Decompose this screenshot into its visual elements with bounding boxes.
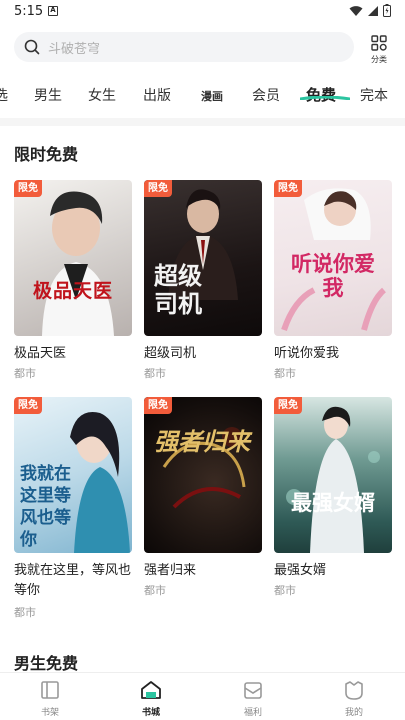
cover-title: 我就在这里等风也等你 — [20, 464, 71, 550]
book-cover[interactable]: 最强女婿 限免 — [274, 397, 392, 553]
nav-profile[interactable]: 我的 — [324, 677, 384, 719]
wifi-icon — [349, 5, 363, 16]
cover-title: 超级司机 — [154, 262, 202, 318]
book-card[interactable]: 最强女婿 限免 最强女婿 都市 — [274, 397, 392, 597]
bookstore-icon — [141, 681, 161, 699]
book-genre: 都市 — [144, 584, 166, 597]
book-cover[interactable]: 强者归来 限免 — [144, 397, 262, 553]
book-cover[interactable]: 听说你爱我 限免 — [274, 180, 392, 336]
tab-vip[interactable]: 会员 — [252, 85, 280, 105]
active-tab-indicator — [300, 96, 350, 100]
limited-free-badge: 限免 — [144, 180, 172, 197]
nav-label: 书城 — [141, 708, 160, 718]
book-title[interactable]: 极品天医 — [14, 344, 132, 364]
book-card[interactable]: 超级司机 限免 超级司机 都市 — [144, 180, 262, 380]
cover-title: 最强女婿 — [291, 491, 375, 515]
notification-icon: A — [48, 6, 58, 16]
gift-icon — [244, 682, 262, 699]
nav-bookstore[interactable]: 书城 — [121, 677, 181, 719]
tab-female[interactable]: 女生 — [88, 85, 116, 105]
tab-comics[interactable]: 漫画 — [201, 88, 223, 104]
tab-featured[interactable]: 选 — [0, 85, 8, 105]
limited-free-badge: 限免 — [274, 397, 302, 414]
profile-icon — [345, 681, 363, 700]
section-title-limited-free: 限时免费 — [14, 145, 79, 164]
tab-publish[interactable]: 出版 — [143, 85, 171, 105]
tab-free[interactable]: 免费 — [306, 84, 336, 105]
book-card[interactable]: 我就在这里等风也等你 限免 我就在这里，等风也等你 都市 — [14, 397, 132, 619]
battery-icon — [383, 4, 391, 17]
search-input[interactable]: 斗破苍穹 — [14, 32, 354, 62]
category-label: 分类 — [371, 55, 387, 64]
search-row: 斗破苍穹 分类 — [0, 24, 405, 72]
search-placeholder: 斗破苍穹 — [48, 42, 101, 57]
book-card[interactable]: 极品天医 限免 极品天医 都市 — [14, 180, 132, 380]
cover-title: 极品天医 — [32, 280, 113, 302]
book-title[interactable]: 强者归来 — [144, 561, 262, 581]
status-time: 5:15 — [14, 4, 44, 19]
book-title[interactable]: 最强女婿 — [274, 561, 392, 581]
limited-free-badge: 限免 — [274, 180, 302, 197]
book-genre: 都市 — [274, 367, 296, 380]
book-title[interactable]: 超级司机 — [144, 344, 262, 364]
book-genre: 都市 — [144, 367, 166, 380]
tab-male[interactable]: 男生 — [34, 85, 62, 105]
limited-free-badge: 限免 — [14, 180, 42, 197]
book-card[interactable]: 强者归来 限免 强者归来 都市 — [144, 397, 262, 597]
book-genre: 都市 — [14, 367, 36, 380]
nav-label: 我的 — [344, 708, 363, 718]
status-icons — [349, 4, 391, 17]
limited-free-badge: 限免 — [144, 397, 172, 414]
nav-benefits[interactable]: 福利 — [223, 677, 283, 719]
cover-title: 强者归来 — [154, 428, 250, 456]
status-bar: 5:15 A — [0, 0, 405, 24]
book-cover[interactable]: 极品天医 限免 — [14, 180, 132, 336]
book-genre: 都市 — [274, 584, 296, 597]
divider — [0, 118, 405, 126]
nav-label: 书架 — [40, 708, 59, 718]
book-card[interactable]: 听说你爱我 限免 听说你爱我 都市 — [274, 180, 392, 380]
category-button[interactable]: 分类 — [364, 32, 394, 68]
nav-bookshelf[interactable]: 书架 — [20, 677, 80, 719]
search-icon — [24, 39, 40, 55]
bottom-nav: 书架 书城 福利 我的 — [0, 672, 405, 720]
cover-title: 听说你爱我 — [291, 252, 375, 300]
grid-icon — [371, 35, 387, 51]
book-title[interactable]: 我就在这里，等风也等你 — [14, 561, 132, 601]
book-cover[interactable]: 我就在这里等风也等你 限免 — [14, 397, 132, 553]
book-title[interactable]: 听说你爱我 — [274, 344, 392, 364]
section-title-male-free: 男生免费 — [14, 654, 79, 673]
nav-label: 福利 — [243, 708, 262, 718]
tab-completed[interactable]: 完本 — [360, 85, 388, 105]
signal-icon — [368, 5, 378, 16]
book-cover[interactable]: 超级司机 限免 — [144, 180, 262, 336]
bookshelf-icon — [41, 681, 59, 699]
limited-free-badge: 限免 — [14, 397, 42, 414]
book-genre: 都市 — [14, 606, 36, 619]
